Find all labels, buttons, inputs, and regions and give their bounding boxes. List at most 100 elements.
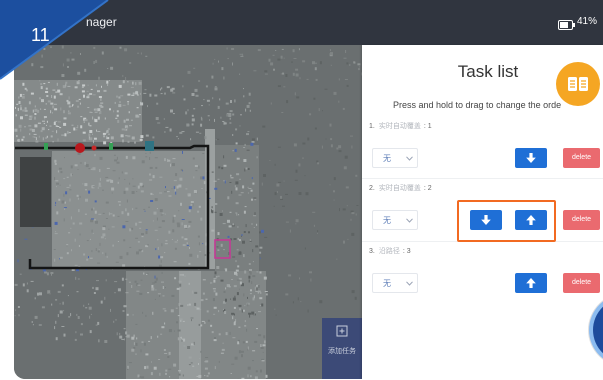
map-speckle bbox=[59, 184, 61, 186]
map-speckle bbox=[58, 198, 61, 201]
map-speckle bbox=[194, 291, 198, 294]
map-speckle bbox=[32, 136, 36, 138]
delete-button[interactable]: delete bbox=[563, 210, 600, 230]
map-speckle bbox=[249, 293, 252, 295]
move-up-button[interactable] bbox=[515, 210, 547, 230]
add-task-label: 添加任务 bbox=[328, 348, 356, 355]
map-speckle bbox=[282, 205, 285, 207]
map-speckle bbox=[294, 92, 296, 96]
map-speckle bbox=[231, 48, 235, 50]
map-speckle bbox=[237, 226, 239, 228]
map-speckle bbox=[54, 163, 57, 165]
map-speckle bbox=[57, 170, 59, 173]
map-speckle bbox=[132, 81, 134, 85]
map-speckle bbox=[254, 212, 256, 216]
map-speckle bbox=[97, 131, 101, 132]
task-item[interactable]: 1. 实时自动覆盖: 1 无 delete bbox=[362, 122, 603, 182]
map-speckle bbox=[31, 129, 35, 132]
map-speckle bbox=[350, 218, 352, 221]
move-down-button[interactable] bbox=[470, 210, 502, 230]
map-speckle bbox=[213, 170, 214, 172]
map-speckle bbox=[254, 376, 258, 379]
map-speckle bbox=[114, 159, 118, 162]
map-speckle bbox=[34, 297, 36, 300]
map-speckle bbox=[170, 109, 173, 113]
map-speckle bbox=[210, 281, 212, 284]
map-speckle bbox=[235, 187, 238, 191]
map-speckle bbox=[270, 62, 274, 66]
map-speckle bbox=[68, 232, 71, 234]
map-speckle bbox=[152, 220, 154, 222]
map-speckle bbox=[246, 133, 249, 136]
mode-dropdown[interactable]: 无 bbox=[372, 210, 418, 230]
map-speckle bbox=[141, 160, 145, 164]
map-speckle bbox=[168, 368, 172, 370]
map-speckle bbox=[65, 81, 68, 84]
map-speckle bbox=[121, 338, 125, 340]
task-suffix: : 1 bbox=[423, 123, 432, 130]
map-speckle bbox=[213, 180, 217, 182]
map-speckle bbox=[225, 268, 228, 272]
move-up-button[interactable] bbox=[515, 273, 547, 293]
map-speckle bbox=[351, 290, 355, 294]
delete-button[interactable]: delete bbox=[563, 273, 600, 293]
map-speckle bbox=[228, 113, 232, 116]
mode-dropdown[interactable]: 无 bbox=[372, 273, 418, 293]
map-speckle bbox=[333, 190, 335, 193]
map-speckle bbox=[157, 239, 159, 241]
map-speckle bbox=[145, 314, 147, 317]
map-speckle bbox=[165, 126, 169, 128]
map-speckle bbox=[329, 49, 331, 52]
map-speckle bbox=[54, 159, 57, 163]
map-speckle bbox=[172, 158, 176, 160]
round-action-button[interactable] bbox=[588, 300, 603, 360]
map-speckle bbox=[104, 117, 106, 120]
map-speckle bbox=[152, 136, 155, 139]
occupancy-map[interactable] bbox=[14, 45, 362, 379]
map-speckle bbox=[255, 245, 259, 248]
map-speckle bbox=[31, 115, 33, 119]
map-speckle bbox=[131, 336, 135, 340]
map-speckle bbox=[53, 122, 56, 125]
map-speckle bbox=[173, 261, 177, 263]
map-speckle bbox=[165, 186, 166, 189]
add-task-button[interactable]: 添加任务 bbox=[322, 318, 362, 379]
map-speckle bbox=[325, 138, 327, 140]
map-speckle bbox=[218, 60, 219, 63]
map-speckle bbox=[296, 96, 300, 99]
map-speckle bbox=[113, 154, 116, 156]
task-item[interactable]: 2. 实时自动覆盖: 2 无 delete bbox=[362, 184, 603, 244]
map-speckle bbox=[349, 64, 351, 66]
map-speckle bbox=[58, 167, 62, 170]
task-item[interactable]: 3. 沿路径: 3 无 delete bbox=[362, 247, 603, 307]
map-speckle bbox=[117, 181, 119, 184]
map-speckle bbox=[165, 372, 167, 375]
map-speckle bbox=[106, 80, 109, 84]
mode-dropdown[interactable]: 无 bbox=[372, 148, 418, 168]
map-speckle bbox=[190, 201, 194, 203]
map-speckle bbox=[179, 283, 182, 287]
move-down-button[interactable] bbox=[515, 148, 547, 168]
map-speckle bbox=[188, 209, 191, 213]
map-speckle bbox=[207, 319, 210, 322]
manual-button[interactable] bbox=[556, 62, 600, 106]
map-speckle bbox=[168, 351, 171, 355]
delete-button[interactable]: delete bbox=[563, 148, 600, 168]
map-speckle bbox=[265, 293, 268, 296]
map-view[interactable]: 添加任务 bbox=[14, 45, 362, 379]
map-speckle bbox=[158, 359, 161, 360]
map-speckle bbox=[118, 96, 121, 99]
map-speckle bbox=[189, 247, 190, 249]
map-speckle bbox=[195, 170, 198, 172]
map-speckle bbox=[214, 366, 216, 370]
map-speckle bbox=[112, 170, 116, 172]
map-speckle bbox=[239, 125, 241, 127]
map-speckle bbox=[302, 157, 304, 159]
map-speckle bbox=[110, 179, 114, 183]
map-speckle bbox=[127, 365, 129, 369]
map-speckle bbox=[243, 254, 245, 258]
map-speckle bbox=[66, 244, 69, 246]
map-speckle bbox=[15, 106, 16, 109]
map-speckle bbox=[76, 194, 79, 197]
map-speckle bbox=[103, 135, 106, 138]
